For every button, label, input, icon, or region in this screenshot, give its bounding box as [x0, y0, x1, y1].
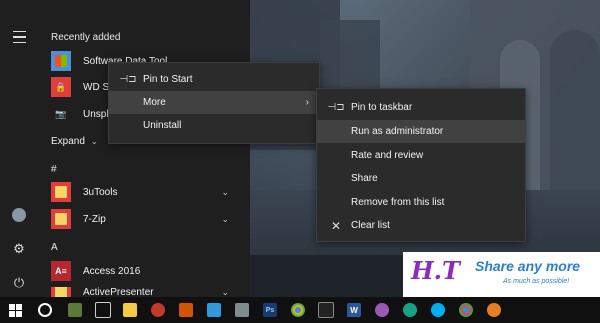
menu-item-label: Share	[351, 173, 378, 184]
pin-icon: ⊣⊐	[119, 74, 137, 85]
share-item[interactable]: Share	[317, 167, 525, 190]
app-label: 3uTools	[83, 186, 118, 198]
watermark-logo: H.T Share any more As much as possible!	[403, 252, 600, 297]
app-row-activepresenter[interactable]: ActivePresenter ⌄	[51, 287, 241, 297]
uninstall-item[interactable]: Uninstall	[109, 114, 319, 137]
chevron-right-icon: ›	[305, 97, 309, 108]
cortana-icon[interactable]	[30, 297, 60, 323]
folder-icon	[51, 182, 71, 202]
windows-logo-icon[interactable]	[0, 297, 30, 323]
design-icon[interactable]	[368, 297, 396, 323]
menu-item-label: Pin to Start	[143, 74, 193, 85]
grid-app-icon	[51, 51, 71, 71]
settings-icon[interactable]: ⚙	[10, 240, 28, 258]
skype-icon[interactable]	[424, 297, 452, 323]
app-label: Access 2016	[83, 265, 141, 277]
chevron-down-icon[interactable]: ⌄	[221, 214, 229, 225]
hd-icon[interactable]	[312, 297, 340, 323]
rate-and-review-item[interactable]: Rate and review	[317, 144, 525, 167]
pin-to-taskbar-item[interactable]: ⊣⊐ Pin to taskbar	[317, 96, 525, 119]
run-as-administrator-item[interactable]: Run as administrator	[317, 120, 525, 143]
remove-from-list-item[interactable]: Remove from this list	[317, 191, 525, 214]
more-item[interactable]: More ›	[109, 91, 319, 114]
game-icon[interactable]	[60, 297, 90, 323]
expand-label: Expand	[51, 135, 85, 147]
pin-to-start-item[interactable]: ⊣⊐ Pin to Start	[109, 68, 319, 91]
menu-item-label: Uninstall	[143, 120, 182, 131]
task-view-icon[interactable]	[90, 297, 116, 323]
hash-header[interactable]: #	[51, 164, 57, 175]
folder-icon	[51, 209, 71, 229]
clear-list-item[interactable]: ✕ Clear list	[317, 214, 525, 237]
taskbar: Ps W	[0, 297, 600, 323]
power-icon[interactable]: ⏻	[10, 274, 28, 292]
app-label: ActivePresenter	[83, 287, 154, 297]
folder-icon	[51, 287, 71, 297]
more-submenu: ⊣⊐ Pin to taskbar Run as administrator R…	[316, 88, 526, 242]
app-label: 7-Zip	[83, 213, 106, 225]
app-row-access[interactable]: A≡ Access 2016	[51, 260, 241, 282]
flash-icon[interactable]	[144, 297, 172, 323]
camera-app-icon: 📷	[51, 104, 71, 124]
word-icon[interactable]: W	[340, 297, 368, 323]
file-explorer-icon[interactable]	[116, 297, 144, 323]
chevron-down-icon: ⌄	[90, 136, 98, 146]
wallpaper-building-arch	[550, 30, 600, 200]
context-menu: ⊣⊐ Pin to Start More › Uninstall	[108, 62, 320, 144]
screen-icon[interactable]	[200, 297, 228, 323]
watermark-mark: H.T	[411, 256, 460, 285]
app-row-3utools[interactable]: 3uTools ⌄	[51, 181, 241, 203]
pin-icon: ⊣⊐	[327, 102, 345, 113]
watermark-text: Share any more	[475, 258, 581, 274]
close-icon: ✕	[330, 218, 342, 233]
chrome2-icon[interactable]	[452, 297, 480, 323]
app-row-7zip[interactable]: 7-Zip ⌄	[51, 208, 241, 230]
menu-item-label: Run as administrator	[351, 126, 444, 137]
start-menu-rail: ⚙ ⏻	[0, 0, 38, 297]
app2-icon[interactable]	[480, 297, 508, 323]
menu-item-label: Rate and review	[351, 150, 424, 161]
hamburger-menu-icon[interactable]	[10, 28, 28, 46]
recently-added-header: Recently added	[51, 32, 121, 43]
settings-gear-icon[interactable]	[396, 297, 424, 323]
access-icon: A≡	[51, 261, 71, 281]
photoshop-icon[interactable]: Ps	[256, 297, 284, 323]
start-menu-app-list: Recently added Software Data Tool 🔒 WD S…	[38, 0, 250, 297]
chevron-down-icon[interactable]: ⌄	[221, 287, 229, 297]
menu-item-label: More	[143, 97, 166, 108]
menu-item-label: Pin to taskbar	[351, 102, 413, 113]
tool-icon[interactable]	[172, 297, 200, 323]
a-header[interactable]: A	[51, 242, 58, 253]
menu-item-label: Clear list	[351, 220, 390, 231]
menu-item-label: Remove from this list	[351, 197, 445, 208]
user-avatar-icon[interactable]	[10, 206, 28, 224]
watermark-subtext: As much as possible!	[503, 278, 570, 285]
chrome-icon[interactable]	[284, 297, 312, 323]
app-icon[interactable]	[228, 297, 256, 323]
chevron-down-icon[interactable]: ⌄	[221, 187, 229, 198]
lock-app-icon: 🔒	[51, 77, 71, 97]
